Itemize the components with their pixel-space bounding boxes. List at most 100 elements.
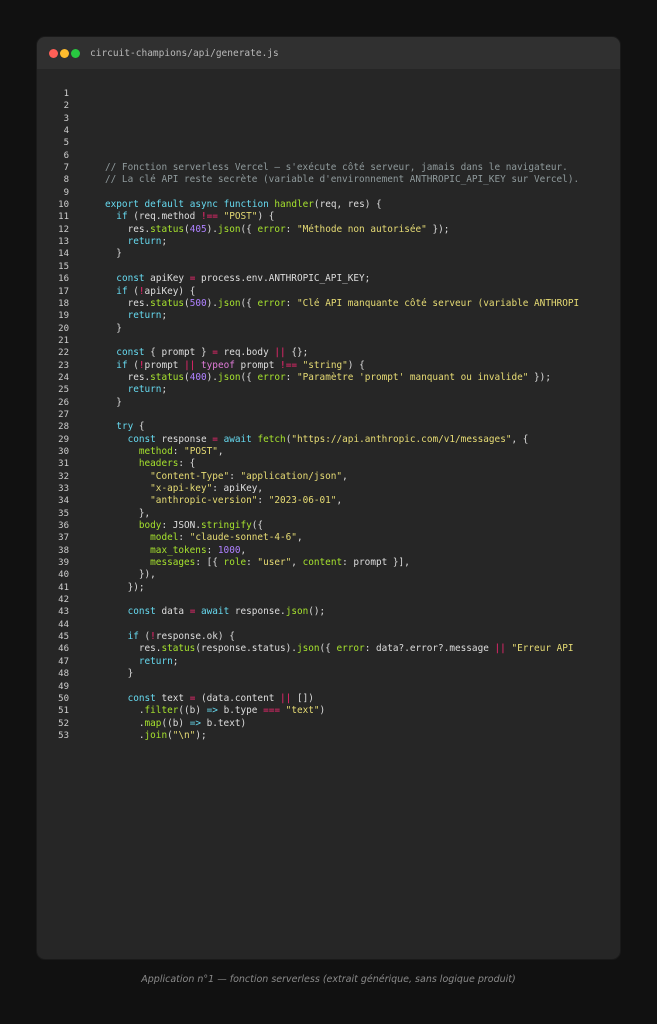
code-text: const response = await fetch("https://ap… <box>105 433 529 446</box>
code-text: const apiKey = process.env.ANTHROPIC_API… <box>105 273 370 285</box>
code-line: 43 const data = await response.json(); <box>37 606 620 618</box>
code-token: . <box>105 705 145 717</box>
code-token: ) { <box>347 359 365 371</box>
code-line: 21 <box>37 335 620 347</box>
code-line: 22 const { prompt } = req.body || {}; <box>37 347 620 359</box>
code-line: 35 }, <box>37 508 620 520</box>
line-number: 26 <box>58 397 69 408</box>
line-number: 52 <box>58 718 69 729</box>
code-token: // La clé API reste secrète (variable d'… <box>105 174 580 186</box>
code-token: b.type <box>217 705 264 717</box>
code-line: 53 .join("\n"); <box>37 730 620 742</box>
code-text: } <box>105 397 122 409</box>
code-token: response <box>155 433 213 445</box>
code-line: 26 } <box>37 397 620 409</box>
code-token: headers <box>138 458 179 470</box>
code-text: headers: { <box>105 458 195 470</box>
code-text: res.status(400).json({ error: "Paramètre… <box>105 372 551 384</box>
code-text: } <box>105 323 122 335</box>
code-token: response.ok) { <box>155 631 235 643</box>
code-token: || <box>274 347 286 359</box>
code-token: res. <box>105 297 151 309</box>
code-line: 30 method: "POST", <box>37 446 620 458</box>
code-token: response. <box>229 606 286 618</box>
line-number: 3 <box>63 113 69 124</box>
code-text: res.status(500).json({ error: "Clé API m… <box>105 297 580 310</box>
line-number: 19 <box>58 311 69 322</box>
code-token: (data.content <box>195 692 281 704</box>
close-window-icon[interactable] <box>49 48 58 58</box>
code-token: }, <box>105 507 151 519</box>
code-text: }, <box>105 508 150 520</box>
code-text: "anthropic-version": "2023-06-01", <box>105 495 342 507</box>
code-token: b.text) <box>200 717 247 729</box>
code-token: : JSON. <box>161 520 201 532</box>
code-line: 32 "Content-Type": "application/json", <box>37 471 620 483</box>
code-line: 40 }), <box>37 569 620 581</box>
maximize-window-icon[interactable] <box>71 48 80 58</box>
code-line: 27 <box>37 409 620 421</box>
code-line: 47 return; <box>37 656 620 668</box>
code-line: 46 res.status(response.status).json({ er… <box>37 643 620 655</box>
code-token: prompt <box>144 359 185 371</box>
code-line: 15 <box>37 261 620 273</box>
code-token: content <box>302 557 343 569</box>
code-token: return <box>127 236 162 248</box>
code-token: "\n" <box>172 729 196 741</box>
line-number: 8 <box>63 175 69 186</box>
code-token: join <box>144 729 168 741</box>
code-token: ). <box>206 297 218 309</box>
line-number: 1 <box>63 89 69 99</box>
code-token: "string" <box>302 359 348 371</box>
code-token: { <box>133 421 145 433</box>
code-token: ). <box>206 371 218 383</box>
code-token: ). <box>206 223 218 235</box>
code-token: // Fonction serverless Vercel — s'exécut… <box>105 162 568 174</box>
code-token: function <box>223 199 269 211</box>
code-token: ; <box>161 384 168 396</box>
code-token: || <box>280 692 292 704</box>
code-token: ({ <box>319 643 337 655</box>
code-text: return; <box>105 236 168 248</box>
code-token: }); <box>105 581 145 593</box>
code-text: return; <box>105 656 179 668</box>
code-token: : <box>206 544 218 556</box>
code-token: => <box>189 717 201 729</box>
code-token: : { <box>178 458 196 470</box>
minimize-window-icon[interactable] <box>60 48 69 58</box>
line-number: 44 <box>58 619 69 630</box>
code-text: res.status(response.status).json({ error… <box>105 643 574 655</box>
code-text: if (!apiKey) { <box>105 286 195 298</box>
code-token: status <box>150 297 185 309</box>
code-token: json <box>285 606 309 618</box>
code-token: } <box>105 668 134 680</box>
code-token: res. <box>105 643 162 655</box>
code-line: 13 return; <box>37 236 620 248</box>
code-token: error <box>257 297 286 309</box>
line-number: 15 <box>58 261 69 272</box>
code-editor[interactable]: 1 2 3 4 5 6 7// Fonction serverless Vercel — s… <box>37 88 620 742</box>
code-text: .join("\n"); <box>105 730 207 742</box>
code-token: status <box>150 223 185 235</box>
code-token: const <box>127 433 156 445</box>
code-token: : apiKey, <box>212 483 264 494</box>
code-token: data <box>155 606 190 618</box>
code-token: fetch <box>257 433 286 445</box>
code-token: . <box>105 717 145 729</box>
code-token: !== <box>280 359 297 371</box>
code-line: 39 messages: [{ role: "user", content: p… <box>37 557 620 569</box>
code-token: apiKey) { <box>144 285 196 297</box>
line-number: 35 <box>58 508 69 519</box>
line-number: 6 <box>63 150 69 161</box>
line-number: 32 <box>58 471 69 482</box>
code-line: 31 headers: { <box>37 458 620 470</box>
code-line: 29 const response = await fetch("https:/… <box>37 434 620 446</box>
code-token: role <box>223 557 247 569</box>
